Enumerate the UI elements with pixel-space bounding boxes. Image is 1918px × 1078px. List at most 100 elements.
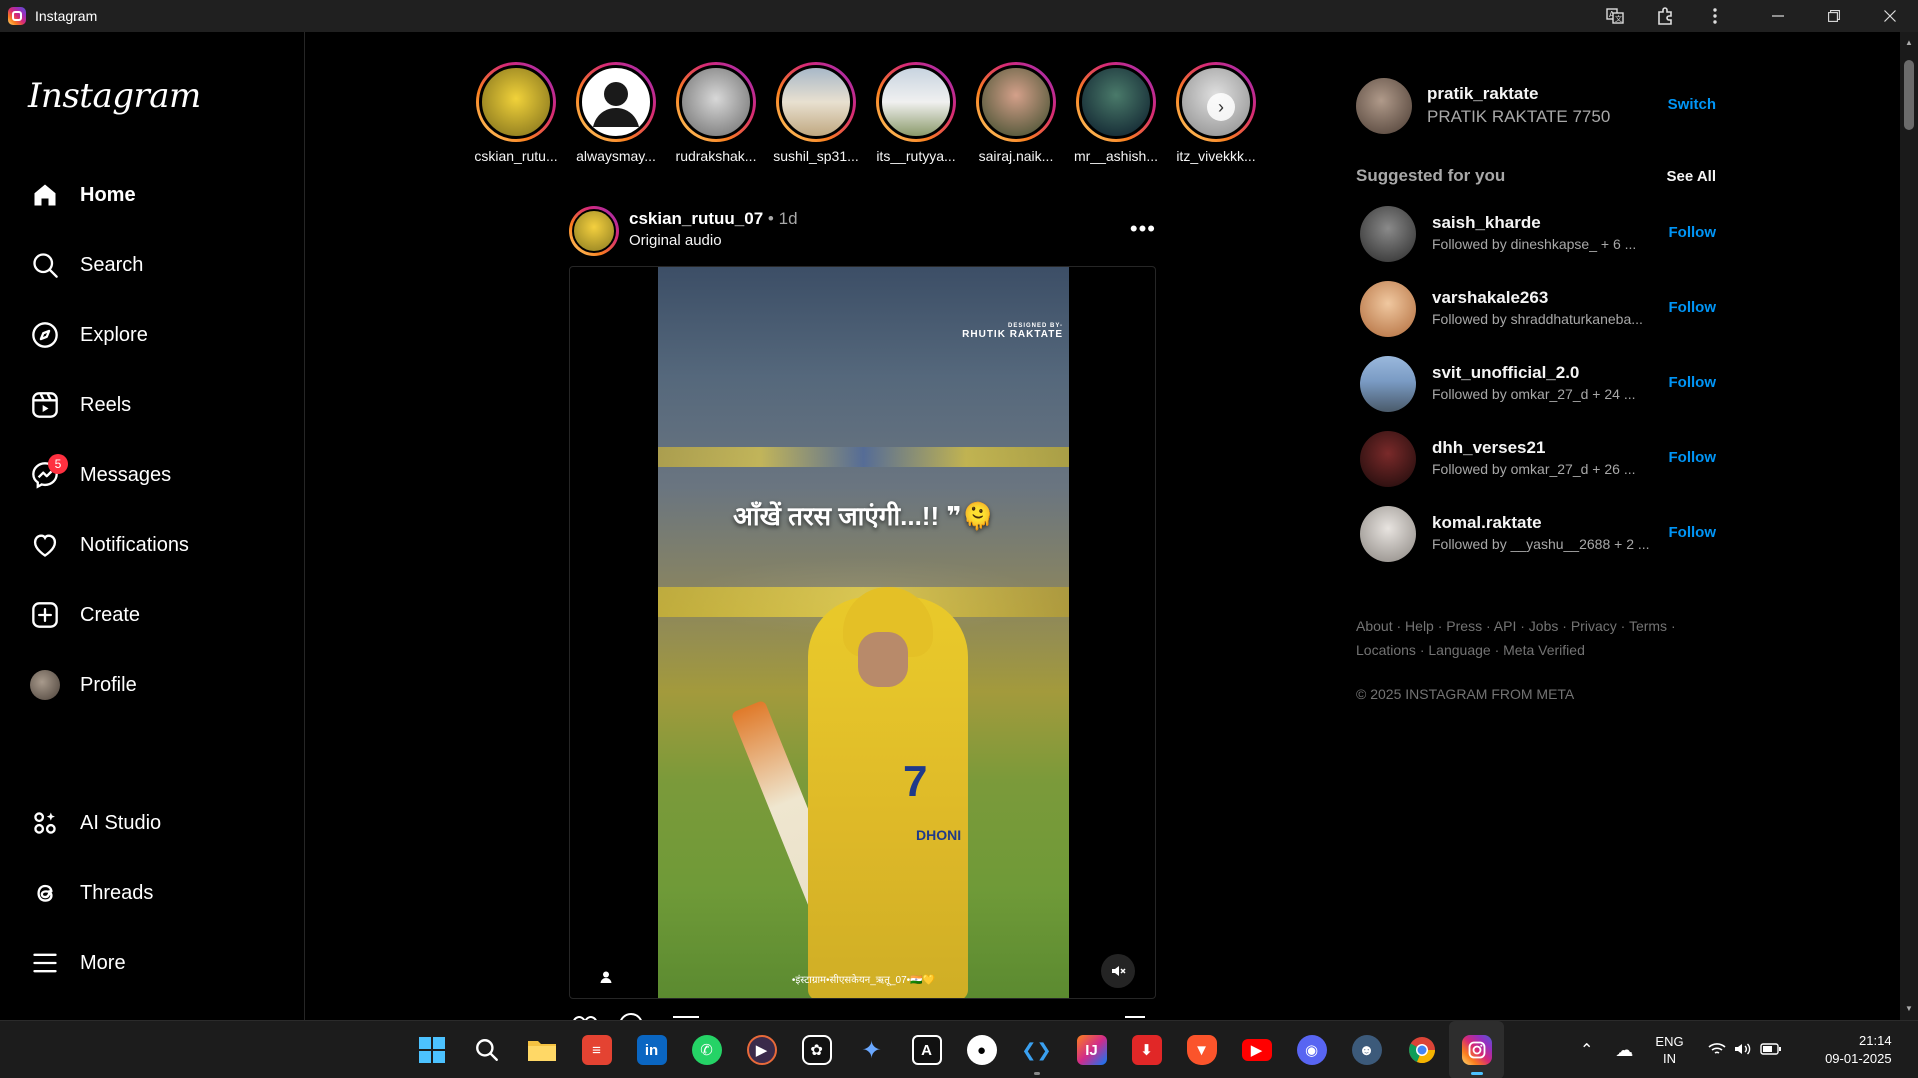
language-indicator[interactable]: ENG IN	[1655, 1033, 1683, 1067]
heart-icon	[28, 528, 62, 562]
brave-icon[interactable]: ▼	[1174, 1021, 1229, 1078]
nav-threads-label: Threads	[80, 881, 154, 904]
follow-button[interactable]: Follow	[1669, 374, 1717, 391]
footer-link[interactable]: Help	[1405, 618, 1434, 634]
avatar[interactable]	[1360, 431, 1416, 487]
media-player-icon[interactable]: ▶	[734, 1021, 789, 1078]
footer-link[interactable]: Meta Verified	[1503, 642, 1585, 658]
intellij-icon[interactable]: IJ	[1064, 1021, 1119, 1078]
avatar[interactable]	[1360, 281, 1416, 337]
mute-icon[interactable]	[1101, 954, 1135, 988]
avatar[interactable]	[1360, 206, 1416, 262]
volume-icon[interactable]	[1734, 1042, 1752, 1059]
vscode-icon[interactable]: ❮❯	[1009, 1021, 1064, 1078]
download-manager-icon[interactable]: ⬇	[1119, 1021, 1174, 1078]
story-item[interactable]: sushil_sp31...	[766, 62, 866, 174]
ai-studio-icon	[28, 806, 62, 840]
minimize-button[interactable]	[1750, 0, 1806, 32]
chrome-icon[interactable]	[1394, 1021, 1449, 1078]
nav-notifications[interactable]: Notifications	[28, 525, 288, 565]
profile-app-icon[interactable]: ☻	[1339, 1021, 1394, 1078]
nav-messages[interactable]: 5 Messages	[28, 454, 288, 495]
follow-button[interactable]: Follow	[1669, 524, 1717, 541]
story-item[interactable]: rudrakshak...	[666, 62, 766, 174]
avatar[interactable]	[1360, 506, 1416, 562]
linkedin-icon[interactable]: in	[624, 1021, 679, 1078]
todoist-icon[interactable]: ≡	[569, 1021, 624, 1078]
close-button[interactable]	[1862, 0, 1918, 32]
nav-profile[interactable]: Profile	[28, 665, 288, 705]
suggested-username[interactable]: saish_kharde	[1432, 213, 1541, 233]
discord-icon[interactable]: ◉	[1284, 1021, 1339, 1078]
file-explorer-icon[interactable]	[514, 1021, 569, 1078]
scrollbar[interactable]: ▲ ▼	[1900, 32, 1918, 1020]
post-media[interactable]: 7 DHONI DESIGNED BY- RHUTIK RAKTATE आँखे…	[569, 266, 1156, 999]
translate-icon[interactable]: A文	[1590, 0, 1640, 32]
post-video[interactable]: 7 DHONI DESIGNED BY- RHUTIK RAKTATE आँखे…	[658, 267, 1069, 998]
see-all-link[interactable]: See All	[1667, 168, 1716, 185]
clock[interactable]: 21:14 09-01-2025	[1812, 1032, 1892, 1068]
chevron-up-icon[interactable]: ⌃	[1580, 1040, 1593, 1060]
gemini-icon[interactable]: ✦	[844, 1021, 899, 1078]
scroll-up-icon[interactable]: ▲	[1904, 38, 1914, 48]
store-icon[interactable]: A	[899, 1021, 954, 1078]
user-tag-icon[interactable]	[593, 964, 619, 990]
footer-link[interactable]: Language	[1428, 642, 1490, 658]
github-icon[interactable]: ●	[954, 1021, 1009, 1078]
youtube-icon[interactable]: ▶	[1229, 1021, 1284, 1078]
current-username[interactable]: pratik_raktate	[1427, 84, 1539, 104]
footer-link[interactable]: Terms	[1629, 618, 1667, 634]
follow-button[interactable]: Follow	[1669, 449, 1717, 466]
suggested-username[interactable]: komal.raktate	[1432, 513, 1542, 533]
nav-reels[interactable]: Reels	[28, 385, 288, 425]
nav-threads[interactable]: Threads	[28, 873, 288, 913]
suggested-username[interactable]: dhh_verses21	[1432, 438, 1545, 458]
footer-link[interactable]: Press	[1446, 618, 1482, 634]
avatar[interactable]	[1356, 78, 1412, 134]
nav-more[interactable]: More	[28, 943, 288, 983]
stadium-stands	[658, 447, 1069, 467]
post-username[interactable]: cskian_rutuu_07	[629, 209, 763, 228]
nav-create[interactable]: Create	[28, 595, 288, 635]
instagram-taskbar-icon[interactable]	[1449, 1021, 1504, 1078]
nav-ai-studio[interactable]: AI Studio	[28, 803, 288, 843]
story-item[interactable]: sairaj.naik...	[966, 62, 1066, 174]
story-item[interactable]: alwaysmay...	[566, 62, 666, 174]
taskbar-search-icon[interactable]	[459, 1021, 514, 1078]
story-item[interactable]: mr__ashish...	[1066, 62, 1166, 174]
footer-link[interactable]: Jobs	[1529, 618, 1559, 634]
follow-button[interactable]: Follow	[1669, 299, 1717, 316]
post-audio[interactable]: Original audio	[629, 232, 722, 249]
restore-button[interactable]	[1806, 0, 1862, 32]
story-item[interactable]: its__rutyya...	[866, 62, 966, 174]
nav-explore[interactable]: Explore	[28, 315, 288, 355]
battery-icon[interactable]	[1759, 1042, 1782, 1058]
suggested-username[interactable]: varshakale263	[1432, 288, 1548, 308]
more-options-icon[interactable]: •••	[1130, 216, 1156, 242]
instagram-logo[interactable]: Instagram	[28, 76, 201, 116]
nav-search[interactable]: Search	[28, 245, 288, 285]
start-button[interactable]	[404, 1021, 459, 1078]
window-title: Instagram	[35, 8, 98, 24]
follow-button[interactable]: Follow	[1669, 224, 1717, 241]
switch-account-button[interactable]: Switch	[1668, 96, 1716, 113]
extensions-icon[interactable]	[1640, 0, 1690, 32]
footer-link[interactable]: Locations	[1356, 642, 1416, 658]
avatar[interactable]	[1360, 356, 1416, 412]
wifi-icon[interactable]	[1708, 1042, 1726, 1059]
footer-link[interactable]: About	[1356, 618, 1393, 634]
suggested-username[interactable]: svit_unofficial_2.0	[1432, 363, 1579, 383]
whatsapp-icon[interactable]: ✆	[679, 1021, 734, 1078]
post-avatar[interactable]	[569, 206, 619, 256]
chatgpt-icon[interactable]: ✿	[789, 1021, 844, 1078]
onedrive-icon[interactable]: ☁	[1615, 1040, 1633, 1061]
footer-link[interactable]: Privacy	[1571, 618, 1617, 634]
scrollbar-thumb[interactable]	[1904, 60, 1914, 130]
scroll-down-icon[interactable]: ▼	[1904, 1004, 1914, 1014]
footer-link[interactable]: API	[1494, 618, 1517, 634]
nav-home[interactable]: Home	[28, 175, 288, 215]
chevron-right-icon[interactable]: ›	[1207, 93, 1235, 121]
story-item[interactable]: cskian_rutu...	[466, 62, 566, 174]
kebab-menu-icon[interactable]	[1690, 0, 1740, 32]
suggested-user: saish_kharde Followed by dineshkapse_ + …	[1360, 206, 1716, 262]
